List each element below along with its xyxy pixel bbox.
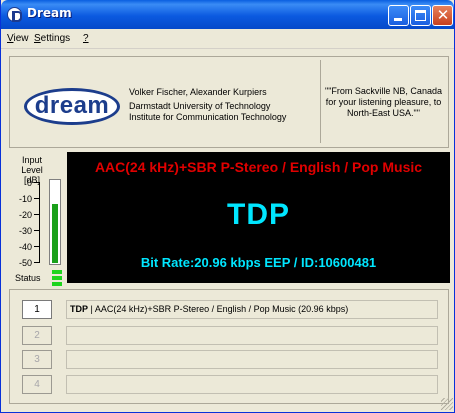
dream-window: Dream ✕ View Settings ? dream Volker Fis… — [0, 0, 455, 413]
service-field-3 — [66, 350, 438, 369]
status-led — [52, 270, 62, 274]
menu-bar: View Settings ? — [1, 29, 454, 49]
status-led — [52, 276, 62, 280]
maximize-icon — [415, 10, 426, 21]
resize-grip[interactable] — [441, 398, 453, 410]
status-label: Status — [15, 273, 41, 283]
close-icon: ✕ — [436, 6, 450, 24]
title-bar[interactable]: Dream ✕ — [1, 0, 454, 29]
minimize-icon — [394, 18, 402, 21]
display-station-name: TDP — [227, 198, 290, 231]
service-button-4[interactable]: 4 — [22, 375, 52, 394]
service-button-2[interactable]: 2 — [22, 326, 52, 345]
dream-app-icon[interactable] — [7, 7, 22, 22]
menu-settings[interactable]: Settings — [34, 33, 70, 44]
menu-help[interactable]: ? — [83, 33, 89, 44]
service-field-4 — [66, 375, 438, 394]
dream-logo: dream — [24, 88, 120, 125]
level-axis — [39, 182, 40, 263]
service-field-1: TDP | AAC(24 kHz)+SBR P-Stereo / English… — [66, 300, 438, 319]
service-display: AAC(24 kHz)+SBR P-Stereo / English / Pop… — [67, 152, 450, 283]
window-title: Dream — [27, 6, 72, 20]
station-text-message: ""From Sackville NB, Canada for your lis… — [320, 60, 446, 143]
service-button-1[interactable]: 1 — [22, 300, 52, 319]
header-panel: dream Volker Fischer, Alexander Kurpiers… — [9, 56, 449, 148]
close-button[interactable]: ✕ — [432, 5, 453, 26]
services-panel: 1 TDP | AAC(24 kHz)+SBR P-Stereo / Engli… — [9, 289, 449, 404]
menu-view[interactable]: View — [7, 33, 29, 44]
status-led — [52, 282, 62, 286]
credits-text: Volker Fischer, Alexander Kurpiers Darms… — [129, 87, 299, 123]
credits-authors: Volker Fischer, Alexander Kurpiers — [129, 87, 267, 97]
maximize-button[interactable] — [410, 5, 431, 26]
display-service-label: AAC(24 kHz)+SBR P-Stereo / English / Pop… — [94, 159, 423, 175]
credits-university: Darmstadt University of Technology — [129, 101, 271, 111]
input-level-meter — [49, 179, 61, 265]
input-level-fill — [52, 204, 58, 263]
logo-text: dream — [34, 92, 110, 119]
credits-institute: Institute for Communication Technology — [129, 112, 287, 122]
display-bitrate: Bit Rate:20.96 kbps EEP / ID:10600481 — [140, 255, 377, 270]
service-field-2 — [66, 326, 438, 345]
service-button-3[interactable]: 3 — [22, 350, 52, 369]
minimize-button[interactable] — [388, 5, 409, 26]
